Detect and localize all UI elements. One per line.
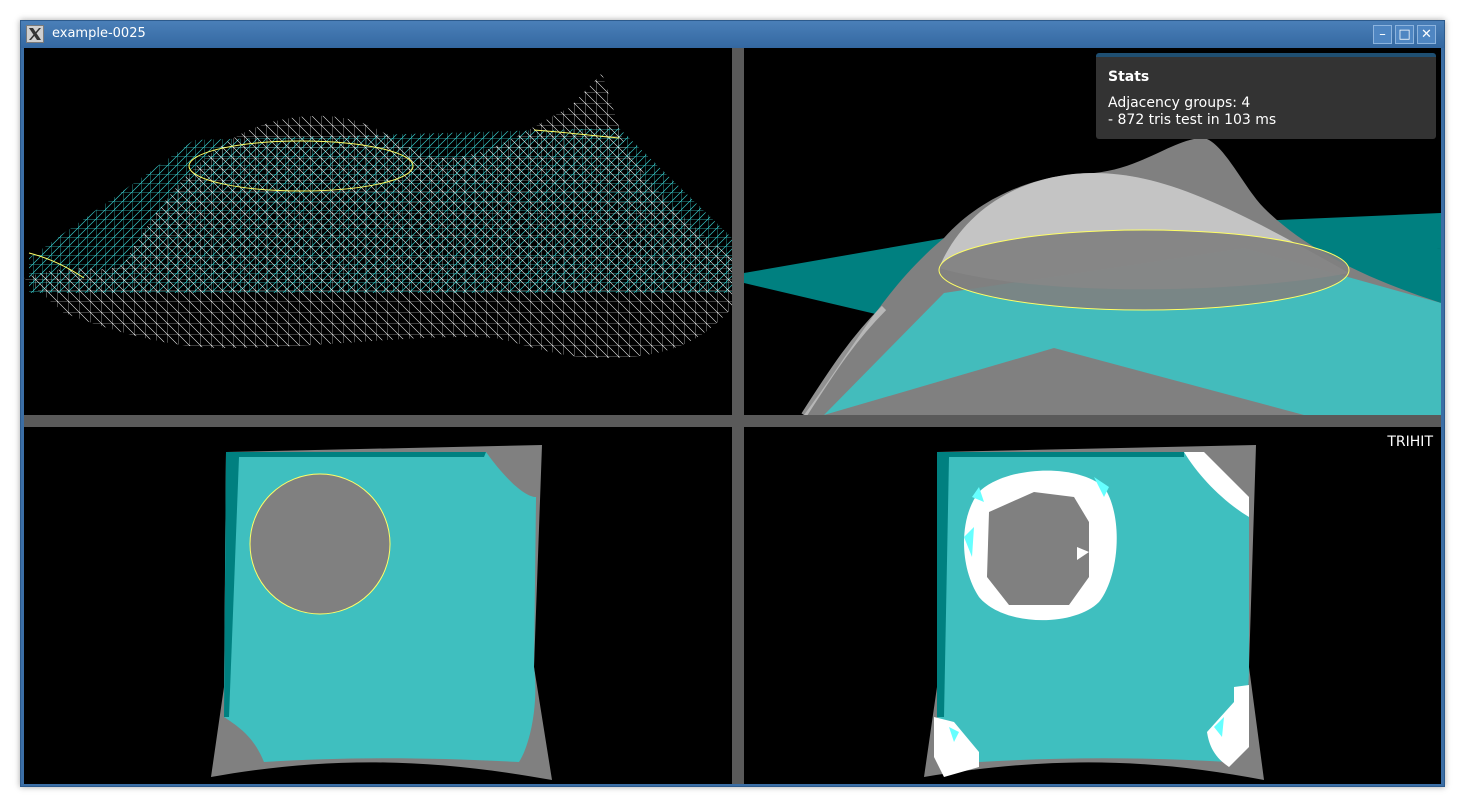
viewport-topdown[interactable] — [24, 427, 732, 784]
viewport-grid: Stats Adjacency groups: 4 - 872 tris tes… — [24, 48, 1441, 784]
stats-panel[interactable]: Stats Adjacency groups: 4 - 872 tris tes… — [1096, 53, 1436, 139]
stats-tris-test: - 872 tris test in 103 ms — [1108, 112, 1277, 128]
viewport-trihit[interactable]: TRIHIT — [744, 427, 1441, 784]
x11-logo-icon[interactable] — [26, 25, 44, 43]
wireframe-scene — [24, 73, 732, 358]
dome-base — [939, 230, 1349, 310]
window-title: example-0025 — [52, 26, 146, 41]
stats-adjacency: Adjacency groups: 4 — [1108, 95, 1251, 111]
hole-inner — [987, 492, 1089, 605]
maximize-button[interactable]: □ — [1395, 25, 1414, 44]
minimize-button[interactable]: – — [1373, 25, 1392, 44]
viewport-shaded[interactable]: Stats Adjacency groups: 4 - 872 tris tes… — [744, 48, 1441, 415]
stats-title: Stats — [1108, 69, 1150, 85]
close-button[interactable]: ✕ — [1417, 25, 1436, 44]
trihit-scene — [924, 445, 1264, 780]
app-window: example-0025 – □ ✕ Stats Adjacency group… — [20, 20, 1445, 787]
title-bar[interactable]: example-0025 – □ ✕ — [21, 21, 1444, 48]
viewport-wireframe[interactable] — [24, 48, 732, 415]
topdown-scene — [211, 445, 552, 780]
hole-circle — [249, 473, 391, 615]
trihit-label: TRIHIT — [1387, 434, 1433, 450]
